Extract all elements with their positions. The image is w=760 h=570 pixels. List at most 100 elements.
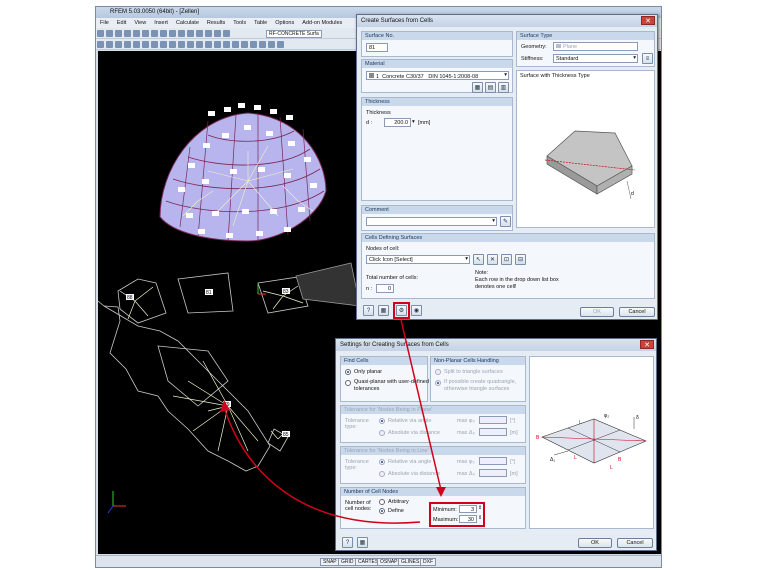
status-dxf[interactable]: DXF	[420, 558, 436, 566]
render-icon[interactable]	[187, 30, 194, 37]
cancel-button[interactable]: Cancel	[619, 307, 655, 317]
results-icon[interactable]	[160, 30, 167, 37]
solid-icon[interactable]	[142, 41, 149, 48]
close-icon[interactable]: ✕	[641, 16, 655, 25]
status-grid[interactable]: GRID	[338, 558, 357, 566]
undo-icon[interactable]	[133, 30, 140, 37]
redo-icon[interactable]	[142, 30, 149, 37]
select-nodes-button[interactable]: ↖	[473, 254, 484, 265]
units-button[interactable]: ▦	[378, 305, 389, 316]
member-icon[interactable]	[124, 41, 131, 48]
plane-max-phi-input[interactable]	[479, 416, 507, 424]
nodes-of-cell-select[interactable]: Click Icon [Select] ▾	[366, 255, 470, 264]
only-planar-radio[interactable]	[345, 369, 351, 375]
calculate-icon[interactable]	[151, 30, 158, 37]
quadrangle-radio[interactable]	[435, 380, 441, 386]
surface-icon[interactable]	[133, 41, 140, 48]
menu-insert[interactable]: Insert	[150, 18, 172, 26]
pick-cell-button[interactable]: ⊡	[501, 254, 512, 265]
surface-no-field[interactable]: 81	[366, 43, 388, 52]
new-icon[interactable]	[97, 30, 104, 37]
line-max-phi-input[interactable]	[479, 457, 507, 465]
preview-panel: Surface with Thickness Type d	[516, 70, 655, 228]
move-icon[interactable]	[232, 41, 239, 48]
mirror-icon[interactable]	[250, 41, 257, 48]
status-osnap[interactable]: OSNAP	[377, 558, 401, 566]
filter-icon[interactable]	[205, 30, 212, 37]
loadcase-icon[interactable]	[223, 30, 230, 37]
line-icon[interactable]	[115, 41, 122, 48]
menu-file[interactable]: File	[96, 18, 113, 26]
define-radio[interactable]	[379, 508, 385, 514]
view-button[interactable]: ◉	[411, 305, 422, 316]
ok-button-disabled[interactable]: OK	[580, 307, 614, 317]
line-max-delta-input[interactable]	[479, 469, 507, 477]
quasi-planar-radio[interactable]	[345, 380, 351, 386]
measure-icon[interactable]	[223, 41, 230, 48]
comment-icon[interactable]	[187, 41, 194, 48]
thickness-label: Thickness	[366, 110, 391, 116]
arbitrary-radio[interactable]	[379, 499, 385, 505]
diagram-label-delta1: Δ₁	[550, 457, 555, 463]
delete-cell-button[interactable]: ✕	[487, 254, 498, 265]
open-icon[interactable]	[106, 30, 113, 37]
dimension-icon[interactable]	[178, 41, 185, 48]
line-rel-angle-label: Relative via angle	[388, 459, 432, 465]
cells-icon[interactable]	[277, 41, 284, 48]
close-icon[interactable]: ✕	[640, 340, 654, 349]
module-select[interactable]: RF-CONCRETE Surfa	[266, 30, 322, 38]
material-select[interactable]: 1 Concrete C30/37 DIN 1045-1:2008-08 ▾	[366, 71, 509, 80]
settings-units-button[interactable]: ▦	[357, 537, 368, 548]
thickness-input[interactable]: 200.0	[384, 118, 411, 127]
load-icon[interactable]	[169, 41, 176, 48]
remove-cell-button[interactable]: ⊟	[515, 254, 526, 265]
node-icon[interactable]	[106, 41, 113, 48]
menu-view[interactable]: View	[130, 18, 150, 26]
status-snap[interactable]: SNAP	[320, 558, 340, 566]
print-icon[interactable]	[124, 30, 131, 37]
plane-abs-dist-radio[interactable]	[379, 430, 385, 436]
table-icon[interactable]	[196, 30, 203, 37]
plane-max-delta-input[interactable]	[479, 428, 507, 436]
menu-calculate[interactable]: Calculate	[172, 18, 203, 26]
help-button[interactable]: ?	[363, 305, 374, 316]
comment-edit-button[interactable]: ✎	[500, 216, 511, 227]
thickness-spinner[interactable]: ▾	[412, 119, 415, 125]
stiffness-select[interactable]: Standard ▾	[553, 54, 638, 63]
plane-rel-angle-radio[interactable]	[379, 418, 385, 424]
comment-input[interactable]: ▾	[366, 217, 497, 226]
rotate-icon[interactable]	[241, 41, 248, 48]
material-edit-button[interactable]: ▥	[498, 82, 509, 93]
chevron-down-icon: ▾	[492, 218, 495, 224]
geometry-select[interactable]: Plane	[553, 42, 638, 51]
cells-header: Cells Defining Surfaces	[362, 234, 654, 242]
menu-edit[interactable]: Edit	[113, 18, 130, 26]
settings-cancel-button[interactable]: Cancel	[617, 538, 653, 548]
hinge-icon[interactable]	[160, 41, 167, 48]
view-icon[interactable]	[178, 30, 185, 37]
menu-tools[interactable]: Tools	[229, 18, 250, 26]
line-abs-dist-radio[interactable]	[379, 471, 385, 477]
menu-table[interactable]: Table	[250, 18, 271, 26]
connect-icon[interactable]	[268, 41, 275, 48]
settings-ok-button[interactable]: OK	[578, 538, 612, 548]
divide-icon[interactable]	[259, 41, 266, 48]
line-rel-angle-radio[interactable]	[379, 459, 385, 465]
guide-icon[interactable]	[196, 41, 203, 48]
material-library-button[interactable]: ▦	[472, 82, 483, 93]
menu-results[interactable]: Results	[203, 18, 229, 26]
support-icon[interactable]	[151, 41, 158, 48]
menu-options[interactable]: Options	[271, 18, 298, 26]
split-triangles-radio[interactable]	[435, 369, 441, 375]
status-glines[interactable]: GLINES	[398, 558, 423, 566]
display-icon[interactable]	[214, 30, 221, 37]
material-new-button[interactable]: ▤	[485, 82, 496, 93]
settings-help-button[interactable]: ?	[342, 537, 353, 548]
stiffness-edit-button[interactable]: ≡	[642, 53, 653, 64]
menu-addon-modules[interactable]: Add-on Modules	[298, 18, 346, 26]
grid-icon[interactable]	[205, 41, 212, 48]
zoom-icon[interactable]	[169, 30, 176, 37]
snap-icon[interactable]	[214, 41, 221, 48]
select-icon[interactable]	[97, 41, 104, 48]
save-icon[interactable]	[115, 30, 122, 37]
